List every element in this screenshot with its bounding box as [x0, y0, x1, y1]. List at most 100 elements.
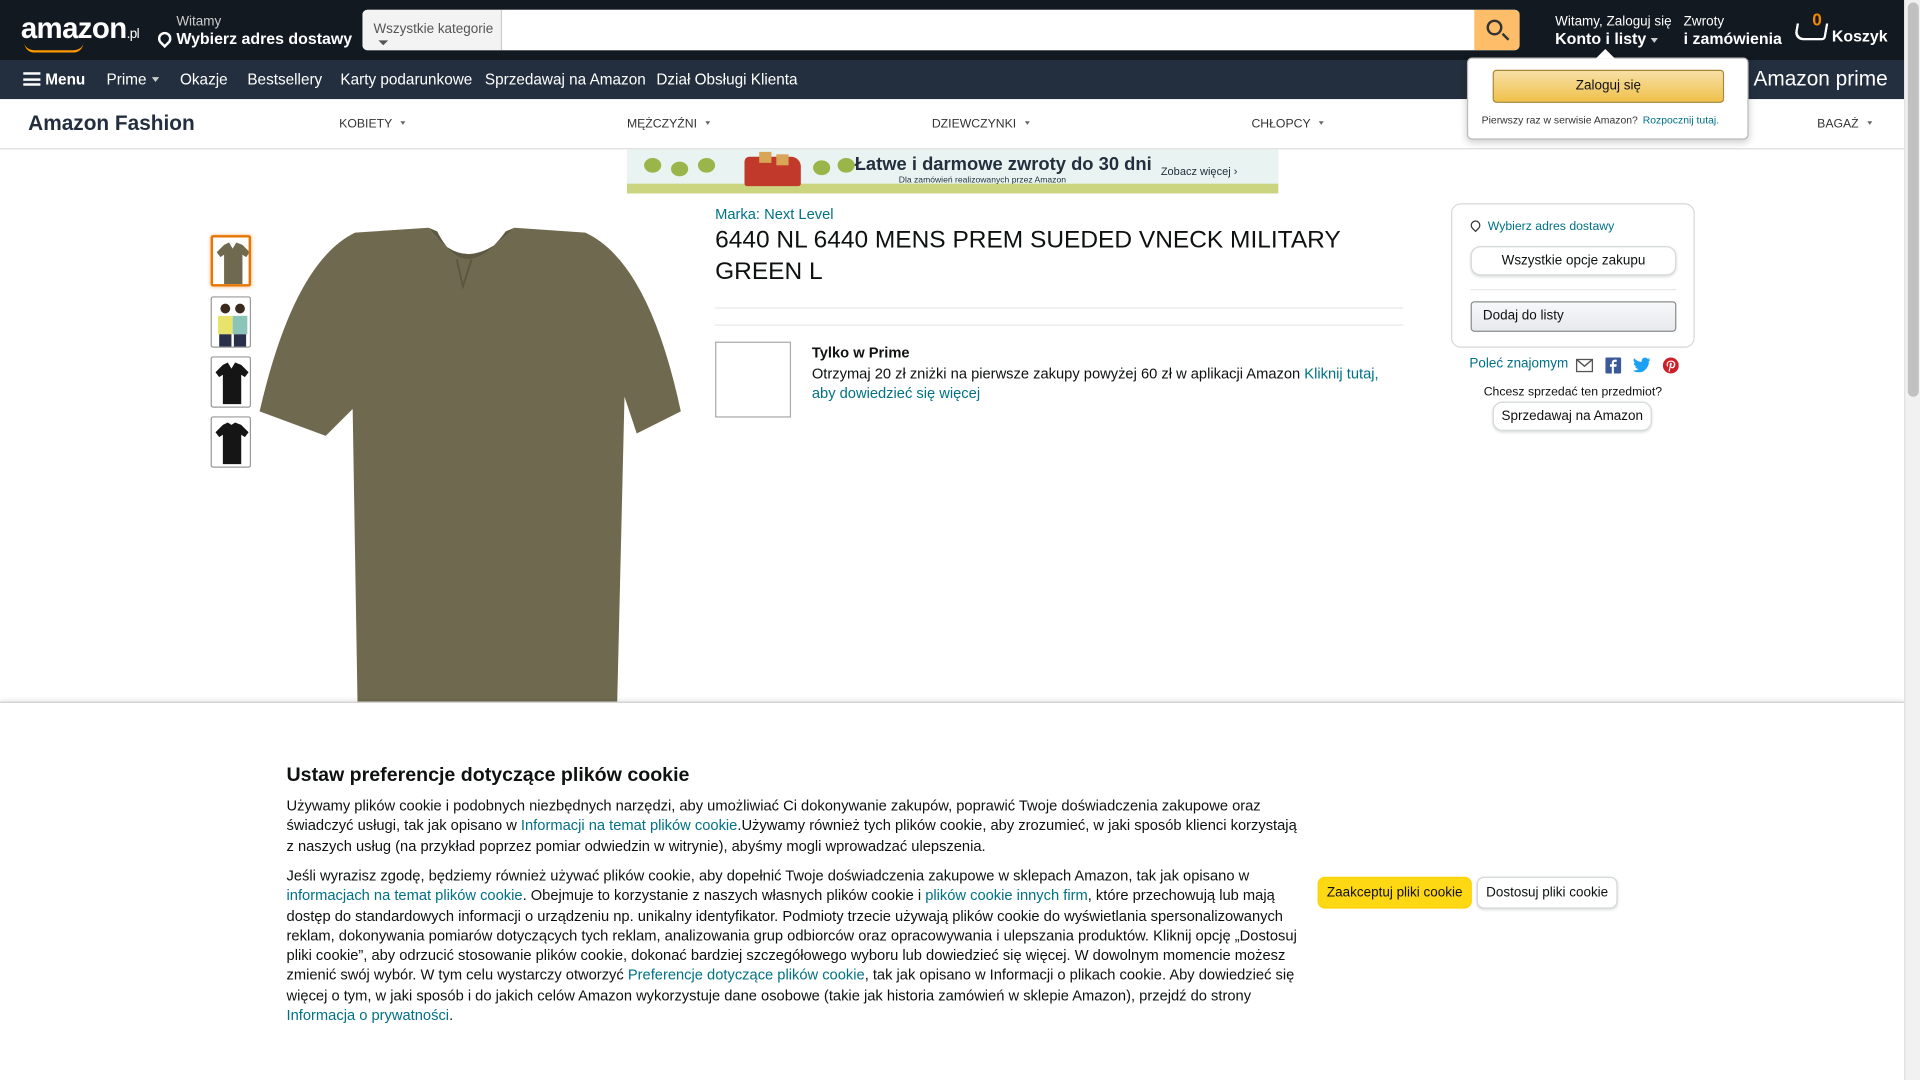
orders-line1: Zwroty [1683, 14, 1725, 30]
scrollbar-thumb[interactable] [1907, 2, 1919, 397]
banner-subline: Dla zamówień realizowanych przez Amazon [898, 176, 1067, 185]
thumbnail-black-back[interactable] [210, 416, 252, 468]
search-category-dropdown[interactable]: Wszystkie kategorie [362, 9, 503, 51]
fashion-cat-luggage[interactable]: BAGAŻ [1817, 117, 1873, 132]
cookie-preferences-link[interactable]: Preferencje dotyczące plików cookie [628, 967, 865, 984]
nav-item-gift-cards[interactable]: Karty podarunkowe [340, 71, 472, 88]
menu-button[interactable]: Menu [23, 71, 85, 88]
search-button[interactable] [1474, 9, 1520, 51]
buy-box: Wybierz adres dostawy Wszystkie opcje za… [1451, 203, 1695, 348]
banner-cta[interactable]: Zobacz więcej › [1161, 165, 1238, 177]
cart-count: 0 [1812, 9, 1822, 30]
chevron-down-icon [705, 121, 711, 125]
search-bar: Wszystkie kategorie [362, 9, 1520, 51]
twitter-icon[interactable] [1632, 357, 1651, 376]
nav-item-label: Prime [106, 71, 147, 89]
cookie-text: Jeśli wyrazisz zgodę, będziemy również u… [286, 866, 1250, 885]
promo-text-body: Otrzymaj 20 zł zniżki na pierwsze zakupy… [811, 364, 1305, 383]
fashion-cat-girls[interactable]: DZIEWCZYNKI [932, 118, 1030, 131]
delivery-van-icon [744, 156, 801, 187]
nav-item-sell[interactable]: Sprzedawaj na Amazon [485, 71, 646, 88]
fashion-cat-men[interactable]: MĘŻCZYŹNI [627, 118, 711, 131]
cookie-info-link-2[interactable]: informacjach na temat plików cookie [287, 887, 523, 904]
returns-orders-link[interactable]: Zwroty i zamówienia [1684, 15, 1782, 49]
share-icons [1575, 356, 1686, 377]
customize-cookies-button[interactable]: Dostosuj pliki cookie [1476, 876, 1618, 909]
shirt-thumbnail-icon [215, 362, 249, 405]
signin-button[interactable]: Zaloguj się [1492, 69, 1725, 103]
delivery-location-label: Wybierz adres dostawy [1487, 220, 1615, 234]
tree-icon [671, 161, 689, 177]
deliver-greeting: Witamy [176, 14, 222, 30]
facebook-icon[interactable] [1604, 357, 1621, 377]
cart-button[interactable]: 0 Koszyk [1793, 9, 1891, 49]
cookie-info-link[interactable]: Informacji na temat plików cookie [521, 817, 737, 834]
account-label: Konto i listy [1555, 29, 1672, 48]
brand-link[interactable]: Marka: Next Level [715, 206, 833, 223]
account-menu[interactable]: Witamy, Zaloguj się Konto i listy [1555, 15, 1672, 49]
divider [715, 307, 1404, 309]
cookie-paragraph-1: Używamy plików cookie i podobnych niezbę… [287, 796, 1301, 856]
top-nav-bar: amazon.pl Witamy Wybierz adres dostawy W… [0, 0, 1905, 61]
fashion-cat-label: KOBIETY [339, 117, 393, 132]
cookie-text: . Obejmuje to korzystanie z naszych włas… [522, 886, 926, 905]
package-icon [759, 151, 772, 163]
delivery-location-link[interactable]: Wybierz adres dostawy [1468, 218, 1615, 234]
fashion-cat-label: MĘŻCZYŹNI [626, 117, 698, 132]
promo-title: Tylko w Prime [811, 344, 910, 362]
prime-promo-link[interactable]: Amazon prime [1753, 67, 1887, 91]
menu-label: Menu [45, 71, 86, 89]
sell-on-amazon-button[interactable]: Sprzedawaj na Amazon [1492, 401, 1652, 432]
third-party-cookies-link[interactable]: plików cookie innych firm [925, 887, 1088, 904]
chevron-down-icon [1024, 121, 1030, 125]
deliver-address: Wybierz adres dostawy [155, 28, 353, 48]
returns-promo-banner[interactable]: Łatwe i darmowe zwroty do 30 dni Dla zam… [626, 149, 1279, 194]
fashion-brand-logo[interactable]: Amazon Fashion [28, 111, 195, 135]
fashion-cat-label: BAGAŻ [1817, 117, 1859, 132]
chevron-down-icon [1319, 121, 1325, 125]
nav-item-prime[interactable]: Prime [107, 71, 159, 88]
thumbnail-black-front[interactable] [210, 356, 252, 408]
tree-icon [813, 160, 831, 176]
cart-label: Koszyk [1831, 26, 1888, 46]
logo-tld: .pl [126, 26, 140, 42]
fashion-cat-label: DZIEWCZYNKI [931, 117, 1017, 132]
hamburger-icon [23, 72, 41, 86]
all-buying-options-button[interactable]: Wszystkie opcje zakupu [1470, 246, 1677, 276]
divider [715, 324, 1404, 326]
location-pin-icon [155, 28, 175, 48]
location-pin-icon [1468, 218, 1483, 233]
promo-text: Otrzymaj 20 zł zniżki na pierwsze zakupy… [812, 364, 1400, 403]
signin-flyout: Zaloguj się Pierwszy raz w serwisie Amaz… [1466, 48, 1749, 140]
privacy-notice-link[interactable]: Informacja o prywatności [287, 1007, 450, 1024]
cart-icon [1793, 23, 1829, 41]
new-customer-text: Pierwszy raz w serwisie Amazon? Rozpoczni… [1482, 114, 1719, 126]
add-to-list-button[interactable]: Dodaj do listy [1470, 301, 1677, 332]
divider [1470, 288, 1677, 291]
cookie-title: Ustaw preferencje dotyczące plików cooki… [286, 765, 690, 787]
search-category-label: Wszystkie kategorie [373, 22, 494, 37]
nav-item-deals[interactable]: Okazje [180, 71, 228, 88]
deliver-to-selector[interactable]: Witamy Wybierz adres dostawy [155, 14, 353, 49]
accept-cookies-button[interactable]: Zaakceptuj pliki cookie [1317, 876, 1472, 909]
logo-smile-icon [24, 43, 84, 53]
fashion-cat-women[interactable]: KOBIETY [339, 118, 406, 131]
pinterest-icon[interactable] [1662, 357, 1679, 377]
search-input[interactable] [503, 9, 1475, 51]
nav-item-customer-service[interactable]: Dział Obsługi Klienta [656, 71, 797, 88]
amazon-logo[interactable]: amazon.pl [21, 12, 140, 53]
chevron-down-icon [400, 121, 406, 125]
account-greeting: Witamy, Zaloguj się [1555, 14, 1672, 30]
thumbnail-model-photo[interactable] [210, 296, 252, 348]
product-main-image[interactable] [257, 225, 683, 706]
page-scrollbar[interactable] [1904, 0, 1920, 1080]
deliver-address-label: Wybierz adres dostawy [176, 28, 353, 48]
banner-ground [626, 183, 1279, 194]
thumbnail-military-green[interactable] [210, 235, 252, 287]
start-here-link[interactable]: Rozpocznij tutaj. [1643, 114, 1719, 126]
fashion-cat-boys[interactable]: CHŁOPCY [1251, 118, 1325, 131]
nav-item-bestsellers[interactable]: Bestsellery [247, 71, 322, 88]
cookie-paragraph-2: Jeśli wyrazisz zgodę, będziemy również u… [287, 866, 1301, 1026]
product-title: 6440 NL 6440 MENS PREM SUEDED VNECK MILI… [715, 226, 1341, 286]
email-icon[interactable] [1575, 358, 1594, 376]
